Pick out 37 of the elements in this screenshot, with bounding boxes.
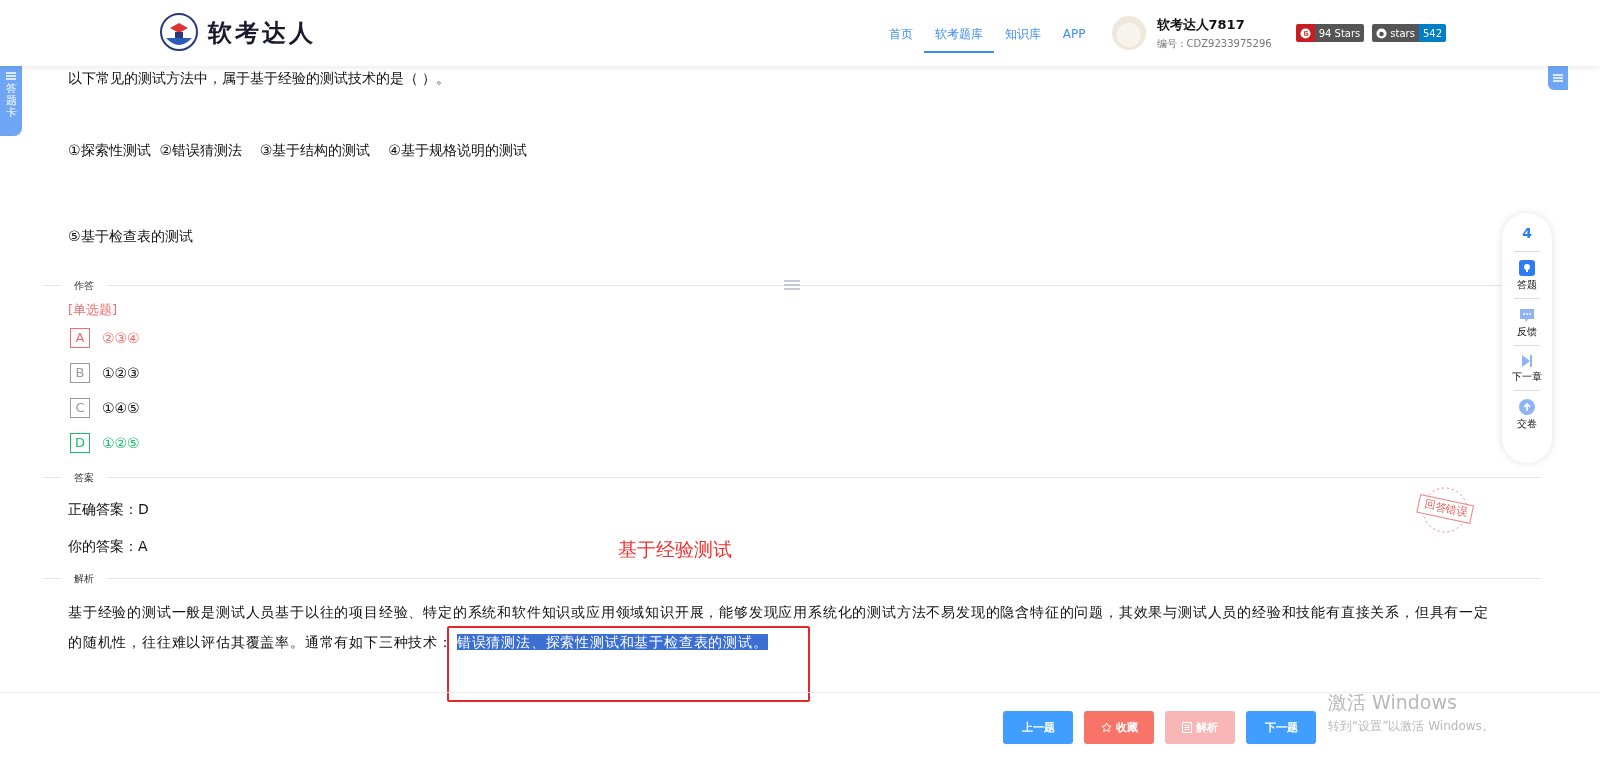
option-text: ①②③: [102, 364, 140, 381]
footer-button[interactable]: 下一题: [1246, 711, 1316, 744]
correct-answer: 正确答案：D: [68, 501, 149, 519]
question-option-line: ⑤基于检查表的测试: [68, 228, 193, 246]
question-count: 4: [1522, 225, 1532, 243]
side-panel-item[interactable]: 交卷: [1514, 390, 1540, 437]
question-type: [单选题]: [68, 301, 118, 319]
side-panel-item[interactable]: 答题: [1514, 251, 1540, 298]
nav-link[interactable]: 首页: [877, 13, 924, 53]
question-option-line: ①探索性测试 ②错误猜测法 ③基于结构的测试 ④基于规格说明的测试: [68, 142, 527, 160]
side-panel-item[interactable]: 反馈: [1514, 298, 1540, 345]
analysis-text: 基于经验的测试一般是测试人员基于以往的项目经验、特定的系统和软件知识或应用领域知识开展，能够发现应用系统化的测试方法不易发现的隐含特征的问题，其效果与测试人员的经验和技能有直接关系，但具有一定的随机性，往往难以评估其覆盖率。通常有如下三种技术： 错误猜测法、探索性测试和基于检查表的测试。: [68, 597, 1498, 657]
option-letter[interactable]: D: [70, 432, 90, 453]
section-label: 作答: [62, 278, 106, 293]
answer-card-tab[interactable]: 答题卡: [0, 66, 22, 136]
nav-link[interactable]: 软考题库: [923, 13, 994, 53]
activation-text: 转到“设置”以激活 Windows。: [1328, 718, 1494, 735]
logo-text: 软考达人: [208, 18, 316, 49]
section-label: 解析: [62, 571, 106, 586]
nav-link[interactable]: APP: [1051, 13, 1097, 53]
user-id: 编号：CDZ9233975296: [1156, 36, 1272, 51]
option-letter[interactable]: C: [70, 397, 90, 418]
nav-link[interactable]: 知识库: [993, 13, 1052, 53]
question-stem: 以下常见的测试方法中，属于基于经验的测试技术的是（ ）。: [68, 70, 451, 88]
activation-title: 激活 Windows: [1328, 690, 1458, 715]
annotation-text: 基于经验测试: [618, 537, 732, 562]
option-text: ①②⑤: [102, 434, 140, 451]
your-answer: 你的答案：A: [68, 538, 148, 556]
option-text: ②③④: [102, 329, 140, 346]
option-letter[interactable]: B: [70, 362, 90, 383]
user-name: 软考达人7817: [1156, 15, 1246, 34]
footer-button[interactable]: 收藏: [1084, 711, 1154, 744]
option-text: ①④⑤: [102, 399, 140, 416]
side-panel-item[interactable]: 下一章: [1514, 345, 1540, 390]
footer-button[interactable]: 上一题: [1003, 711, 1073, 744]
option-letter[interactable]: A: [70, 327, 90, 348]
section-label: 答案: [62, 470, 106, 485]
